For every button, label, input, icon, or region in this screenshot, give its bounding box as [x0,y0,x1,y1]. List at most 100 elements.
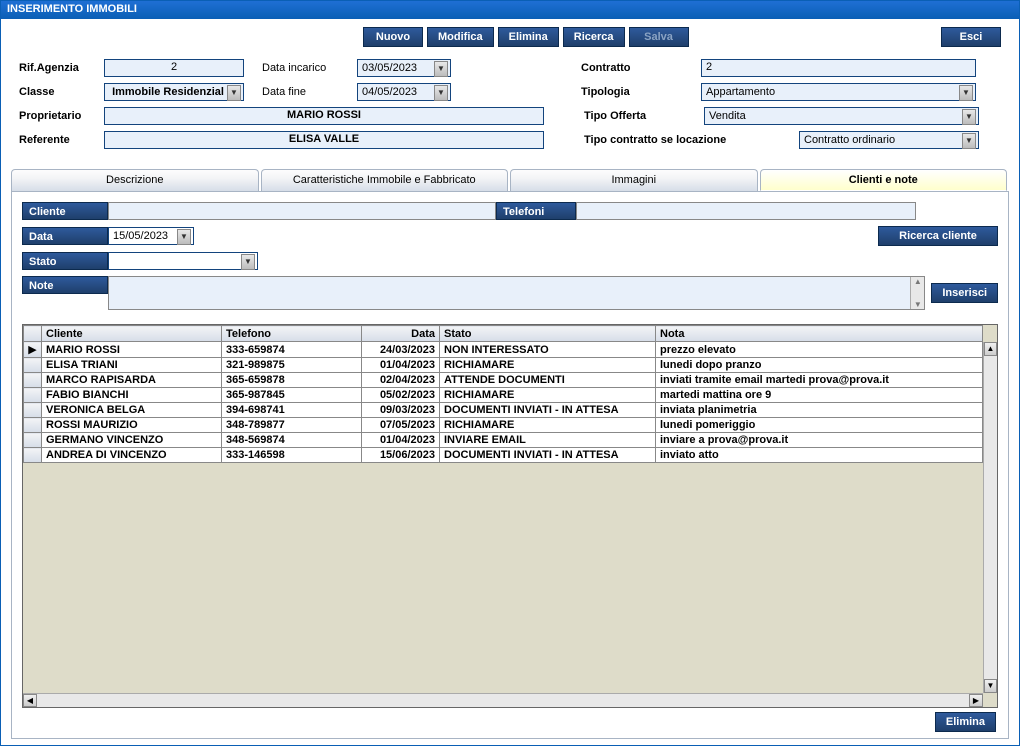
cell-stato: NON INTERESSATO [440,342,656,358]
row-selector[interactable] [24,448,42,463]
grid-horizontal-scrollbar[interactable] [23,693,983,707]
row-selector[interactable]: ▶ [24,342,42,358]
referente-field[interactable]: ELISA VALLE [104,131,544,149]
ricerca-cliente-button[interactable]: Ricerca cliente [878,226,998,246]
inserisci-button[interactable]: Inserisci [931,283,998,303]
table-row[interactable]: ROSSI MAURIZIO348-78987707/05/2023RICHIA… [24,418,983,433]
contratto-field[interactable]: 2 [701,59,976,77]
row-selector[interactable] [24,418,42,433]
cell-stato: RICHIAMARE [440,358,656,373]
elimina-button[interactable]: Elimina [498,27,559,47]
col-cliente[interactable]: Cliente [42,326,222,342]
tipo-contratto-loc-select[interactable]: Contratto ordinario [799,131,979,149]
esci-button[interactable]: Esci [941,27,1001,47]
cell-cliente: GERMANO VINCENZO [42,433,222,448]
tab-caratteristiche[interactable]: Caratteristiche Immobile e Fabbricato [261,169,509,191]
col-nota[interactable]: Nota [656,326,983,342]
cell-nota: inviati tramite email martedi prova@prov… [656,373,983,388]
ricerca-button[interactable]: Ricerca [563,27,625,47]
cell-cliente: MARIO ROSSI [42,342,222,358]
cell-nota: inviata planimetria [656,403,983,418]
cell-telefono: 333-659874 [222,342,362,358]
table-row[interactable]: MARCO RAPISARDA365-65987802/04/2023ATTEN… [24,373,983,388]
cell-telefono: 333-146598 [222,448,362,463]
col-data[interactable]: Data [362,326,440,342]
cell-stato: DOCUMENTI INVIATI - IN ATTESA [440,448,656,463]
data-filter-select[interactable]: 15/05/2023 [108,227,194,245]
cell-cliente: ELISA TRIANI [42,358,222,373]
classe-select[interactable]: Immobile Residenzial [104,83,244,101]
data-fine-label: Data fine [262,86,357,98]
data-incarico-label: Data incarico [262,62,357,74]
cell-cliente: ROSSI MAURIZIO [42,418,222,433]
cell-data: 09/03/2023 [362,403,440,418]
tab-immagini[interactable]: Immagini [510,169,758,191]
modifica-button[interactable]: Modifica [427,27,494,47]
classe-value: Immobile Residenzial [112,86,224,98]
stato-filter-select[interactable] [108,252,258,270]
note-scrollbar[interactable]: ▲▼ [910,277,924,309]
contratto-label: Contratto [581,62,701,74]
cell-data: 07/05/2023 [362,418,440,433]
note-filter-label: Note [22,276,108,294]
data-incarico-select[interactable]: 03/05/2023 [357,59,451,77]
cell-telefono: 321-989875 [222,358,362,373]
stato-filter-label: Stato [22,252,108,270]
table-row[interactable]: GERMANO VINCENZO348-56987401/04/2023INVI… [24,433,983,448]
tipo-offerta-select[interactable]: Vendita [704,107,979,125]
note-filter-input[interactable]: ▲▼ [108,276,925,310]
row-selector[interactable] [24,433,42,448]
cell-nota: prezzo elevato [656,342,983,358]
tipologia-select[interactable]: Appartamento [701,83,976,101]
row-selector[interactable] [24,403,42,418]
cell-nota: lunedi pomeriggio [656,418,983,433]
cell-telefono: 365-659878 [222,373,362,388]
data-fine-value: 04/05/2023 [362,86,417,98]
col-telefono[interactable]: Telefono [222,326,362,342]
tipo-contratto-loc-value: Contratto ordinario [804,134,895,146]
table-row[interactable]: ELISA TRIANI321-98987501/04/2023RICHIAMA… [24,358,983,373]
tipo-offerta-label: Tipo Offerta [584,110,704,122]
referente-label: Referente [19,134,104,146]
cell-telefono: 394-698741 [222,403,362,418]
cell-cliente: ANDREA DI VINCENZO [42,448,222,463]
elimina-row-button[interactable]: Elimina [935,712,996,732]
tipo-contratto-loc-label: Tipo contratto se locazione [584,134,799,146]
nuovo-button[interactable]: Nuovo [363,27,423,47]
cell-stato: DOCUMENTI INVIATI - IN ATTESA [440,403,656,418]
col-stato[interactable]: Stato [440,326,656,342]
clients-grid[interactable]: Cliente Telefono Data Stato Nota ▶MARIO … [22,324,998,708]
table-row[interactable]: FABIO BIANCHI365-98784505/02/2023RICHIAM… [24,388,983,403]
cliente-filter-label: Cliente [22,202,108,220]
tab-descrizione[interactable]: Descrizione [11,169,259,191]
proprietario-field[interactable]: MARIO ROSSI [104,107,544,125]
row-selector[interactable] [24,388,42,403]
cell-telefono: 365-987845 [222,388,362,403]
window-title: INSERIMENTO IMMOBILI [1,1,1019,19]
row-selector[interactable] [24,373,42,388]
telefoni-filter-input[interactable] [576,202,916,220]
table-row[interactable]: VERONICA BELGA394-69874109/03/2023DOCUME… [24,403,983,418]
data-fine-select[interactable]: 04/05/2023 [357,83,451,101]
cell-data: 15/06/2023 [362,448,440,463]
classe-label: Classe [19,86,104,98]
table-row[interactable]: ANDREA DI VINCENZO333-14659815/06/2023DO… [24,448,983,463]
cell-data: 24/03/2023 [362,342,440,358]
rif-agenzia-label: Rif.Agenzia [19,62,104,74]
rif-agenzia-field[interactable]: 2 [104,59,244,77]
row-selector[interactable] [24,358,42,373]
cell-cliente: MARCO RAPISARDA [42,373,222,388]
cell-stato: INVIARE EMAIL [440,433,656,448]
telefoni-filter-label: Telefoni [496,202,576,220]
cliente-filter-input[interactable] [108,202,496,220]
grid-vertical-scrollbar[interactable] [983,342,997,693]
tipo-offerta-value: Vendita [709,110,746,122]
data-incarico-value: 03/05/2023 [362,62,417,74]
cell-cliente: FABIO BIANCHI [42,388,222,403]
table-row[interactable]: ▶MARIO ROSSI333-65987424/03/2023NON INTE… [24,342,983,358]
cell-nota: martedi mattina ore 9 [656,388,983,403]
proprietario-label: Proprietario [19,110,104,122]
data-filter-label: Data [22,227,108,245]
tab-clienti-note[interactable]: Clienti e note [760,169,1008,191]
cell-nota: inviato atto [656,448,983,463]
